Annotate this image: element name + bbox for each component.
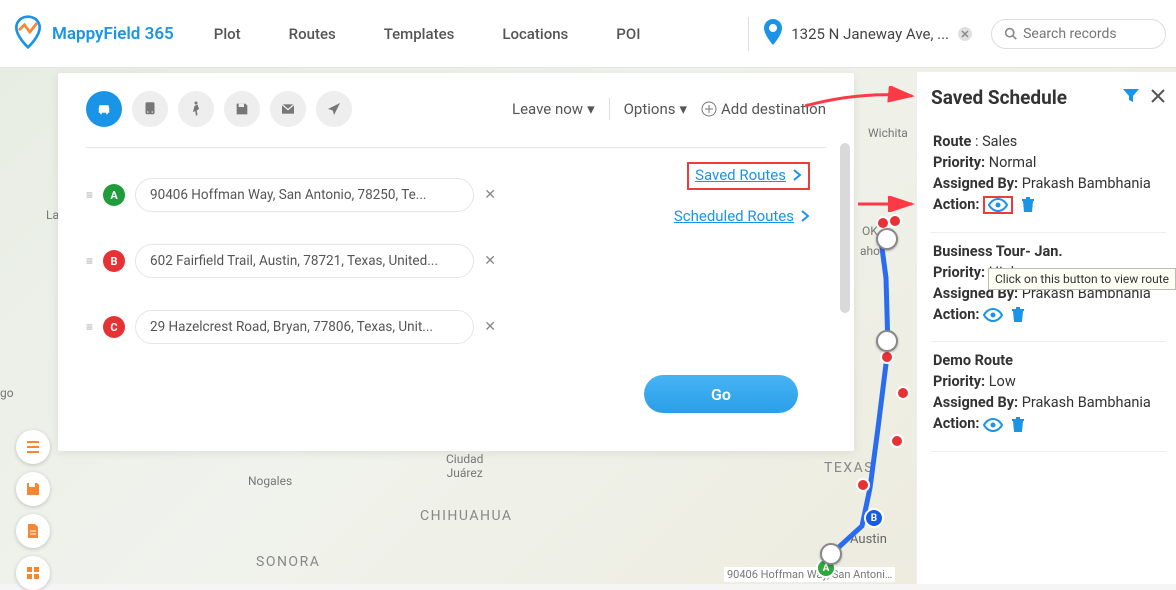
view-route-button[interactable] [983, 418, 1003, 432]
nav-poi[interactable]: POI [616, 25, 640, 43]
route-label: Route [933, 133, 971, 150]
waypoint-address-input[interactable]: 90406 Hoffman Way, San Antonio, 78250, T… [135, 178, 474, 212]
leave-now-dropdown[interactable]: Leave now▾ [512, 100, 595, 118]
nav-templates[interactable]: Templates [384, 25, 455, 43]
waypoint-row: ≡ A 90406 Hoffman Way, San Antonio, 7825… [86, 178, 496, 212]
panel-scrollbar[interactable] [840, 143, 850, 431]
drag-handle-icon[interactable]: ≡ [86, 320, 93, 334]
close-panel-button[interactable] [1150, 88, 1166, 108]
navigate-button[interactable] [316, 91, 352, 127]
map-label-wichita: Wichita [868, 126, 908, 140]
waypoint-marker-b: B [103, 250, 125, 272]
view-route-button[interactable] [983, 308, 1003, 322]
search-icon [1004, 26, 1017, 41]
filter-icon[interactable] [1122, 87, 1140, 109]
map-label-texas: TEXAS [824, 460, 874, 476]
search-field[interactable] [1023, 26, 1153, 42]
save-route-button[interactable] [224, 91, 260, 127]
action-label: Action: [933, 415, 979, 432]
app-logo: MappyField 365 [10, 14, 174, 54]
route-value: Business Tour- Jan. [933, 243, 1164, 260]
priority-label: Priority: [933, 373, 985, 390]
waypoint-list: ≡ A 90406 Hoffman Way, San Antonio, 7825… [86, 146, 496, 344]
side-panel-title: Saved Schedule [931, 86, 1067, 109]
nav-locations[interactable]: Locations [502, 25, 568, 43]
fab-list-button[interactable] [16, 430, 50, 464]
map-label-sonora: SONORA [256, 554, 320, 570]
clear-location-button[interactable] [957, 26, 973, 42]
side-fab-column [16, 430, 50, 590]
logo-icon [10, 14, 46, 54]
fab-document-button[interactable] [16, 514, 50, 548]
waypoint-marker-a: A [103, 184, 125, 206]
assigned-value: Prakash Bambhania [1022, 175, 1151, 192]
map-label-ciudad: Ciudad Juárez [446, 452, 483, 480]
saved-schedule-panel: Saved Schedule Route : Sales Priority: N… [916, 72, 1176, 584]
view-route-tooltip: Click on this button to view route [988, 268, 1176, 290]
remove-waypoint-button[interactable]: ✕ [484, 253, 496, 269]
assigned-value: Prakash Bambhania [1022, 394, 1151, 411]
chevron-down-icon: ▾ [587, 100, 595, 118]
search-input[interactable] [991, 19, 1166, 49]
remove-waypoint-button[interactable]: ✕ [484, 187, 496, 203]
waypoint-row: ≡ C 29 Hazelcrest Road, Bryan, 77806, Te… [86, 310, 496, 344]
waypoint-address-input[interactable]: 602 Fairfield Trail, Austin, 78721, Texa… [135, 244, 474, 278]
mode-transit-button[interactable] [132, 91, 168, 127]
map-label-go: go [0, 386, 14, 400]
priority-label: Priority: [933, 264, 985, 281]
chevron-right-icon [792, 169, 802, 181]
mode-driving-button[interactable] [86, 91, 122, 127]
priority-value: Low [989, 373, 1016, 390]
delete-route-button[interactable] [1021, 197, 1035, 213]
route-panel: Leave now▾ Options▾ Add destination ≡ A … [58, 73, 854, 451]
email-route-button[interactable] [270, 91, 306, 127]
go-button[interactable]: Go [644, 375, 798, 413]
map-label-austin: Austin [850, 532, 887, 547]
options-dropdown[interactable]: Options▾ [624, 100, 687, 118]
chevron-down-icon: ▾ [679, 100, 687, 118]
view-route-button[interactable] [983, 196, 1013, 214]
drag-handle-icon[interactable]: ≡ [86, 254, 93, 268]
assigned-label: Assigned By: [933, 175, 1018, 192]
saved-routes-link[interactable]: Saved Routes [687, 162, 810, 190]
chevron-right-icon [800, 210, 810, 222]
map-label-nogales: Nogales [248, 474, 292, 488]
remove-waypoint-button[interactable]: ✕ [484, 319, 496, 335]
fab-grid-button[interactable] [16, 556, 50, 590]
action-label: Action: [933, 306, 979, 323]
action-label: Action: [933, 196, 979, 213]
drag-handle-icon[interactable]: ≡ [86, 188, 93, 202]
add-destination-button[interactable]: Add destination [701, 100, 826, 118]
waypoint-address-input[interactable]: 29 Hazelcrest Road, Bryan, 77806, Texas,… [135, 310, 474, 344]
priority-label: Priority: [933, 154, 985, 171]
fab-save-button[interactable] [16, 472, 50, 506]
schedule-card: Demo Route Priority: Low Assigned By: Pr… [931, 342, 1166, 451]
map-label-hoffman: 90406 Hoffman Way, San Antoni… [724, 567, 895, 582]
map-label-chihuahua: CHIHUAHUA [420, 508, 513, 524]
delete-route-button[interactable] [1011, 307, 1025, 323]
assigned-label: Assigned By: [933, 394, 1018, 411]
nav-routes[interactable]: Routes [289, 25, 336, 43]
mode-walking-button[interactable] [178, 91, 214, 127]
delete-route-button[interactable] [1011, 417, 1025, 433]
route-value: Demo Route [933, 352, 1164, 369]
location-pin-icon [763, 19, 783, 49]
schedule-card: Route : Sales Priority: Normal Assigned … [931, 123, 1166, 233]
plus-circle-icon [701, 101, 717, 117]
map-label-aho: aho [860, 244, 880, 258]
logo-text: MappyField 365 [52, 24, 174, 44]
waypoint-row: ≡ B 602 Fairfield Trail, Austin, 78721, … [86, 244, 496, 278]
route-value: Sales [982, 133, 1017, 150]
waypoint-marker-c: C [103, 316, 125, 338]
main-nav: Plot Routes Templates Locations POI [214, 25, 641, 43]
app-header: MappyField 365 Plot Routes Templates Loc… [0, 0, 1176, 68]
nav-plot[interactable]: Plot [214, 25, 241, 43]
current-location-text: 1325 N Janeway Ave, ... [791, 25, 949, 43]
travel-mode-row: Leave now▾ Options▾ Add destination [86, 91, 826, 127]
scheduled-routes-link[interactable]: Scheduled Routes [674, 207, 810, 225]
priority-value: Normal [989, 154, 1037, 171]
